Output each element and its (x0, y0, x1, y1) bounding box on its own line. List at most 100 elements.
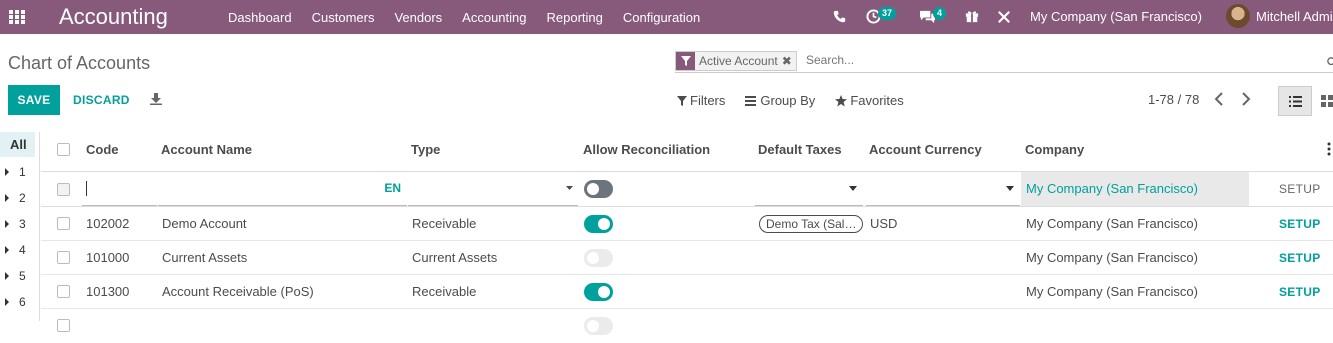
dropdown-caret-icon (849, 186, 857, 191)
column-default-taxes[interactable]: Default Taxes (758, 142, 842, 157)
toggle-knob (587, 252, 599, 264)
menu-configuration[interactable]: Configuration (623, 10, 700, 25)
hierarchy-side-pane: All 1 2 3 4 5 6 (0, 132, 40, 321)
toggle-knob (587, 320, 599, 332)
filters-menu[interactable]: Filters (677, 93, 725, 108)
currency-input[interactable] (866, 172, 1020, 206)
column-account-name[interactable]: Account Name (161, 142, 252, 157)
reconcile-toggle[interactable] (584, 215, 613, 233)
optional-columns-icon[interactable] (1327, 142, 1331, 156)
select-all-checkbox[interactable] (57, 143, 70, 156)
caret-right-icon (5, 168, 9, 176)
cell-account-name: Account Receivable (PoS) (162, 284, 314, 299)
translate-button[interactable]: EN (384, 181, 401, 195)
gift-icon[interactable] (965, 9, 979, 23)
download-icon[interactable] (150, 93, 162, 105)
table-row[interactable]: 102002 Demo Account Receivable Demo Tax … (41, 207, 1333, 241)
column-allow-reconciliation[interactable]: Allow Reconciliation (583, 142, 710, 157)
row-checkbox[interactable] (57, 251, 70, 264)
save-button[interactable]: SAVE (8, 85, 60, 115)
cell-type: Receivable (412, 216, 477, 231)
menu-accounting[interactable]: Accounting (462, 10, 526, 25)
search-input[interactable] (806, 53, 1306, 67)
kanban-view-icon (1321, 95, 1333, 107)
favorites-menu[interactable]: Favorites (835, 93, 904, 108)
search-options: Filters Group By Favorites (677, 93, 924, 108)
debug-tools-icon[interactable] (997, 10, 1011, 24)
row-checkbox[interactable] (57, 217, 70, 230)
search-icon[interactable] (1327, 56, 1333, 68)
group-by-menu[interactable]: Group By (745, 93, 815, 108)
reconcile-toggle[interactable] (584, 180, 613, 198)
column-account-currency[interactable]: Account Currency (869, 142, 982, 157)
table-row[interactable]: 101300 Account Receivable (PoS) Receivab… (41, 275, 1333, 309)
menu-customers[interactable]: Customers (312, 10, 375, 25)
side-all-item[interactable]: All (0, 132, 35, 157)
table-row[interactable]: 101000 Current Assets Current Assets My … (41, 241, 1333, 275)
filter-icon (677, 95, 687, 106)
setup-button[interactable]: SETUP (1279, 182, 1321, 196)
company-switcher[interactable]: My Company (San Francisco) (1030, 9, 1202, 24)
menu-reporting[interactable]: Reporting (547, 10, 603, 25)
side-group-6[interactable]: 6 (5, 295, 26, 309)
setup-button[interactable]: SETUP (1279, 251, 1321, 265)
facet-remove-icon[interactable]: ✖ (782, 52, 796, 70)
cell-code: 101300 (86, 284, 130, 299)
cell-type: Receivable (412, 284, 477, 299)
user-avatar[interactable] (1226, 4, 1250, 28)
reconcile-toggle[interactable] (584, 249, 613, 267)
menu-vendors[interactable]: Vendors (394, 10, 442, 25)
pager-previous-icon[interactable] (1214, 92, 1224, 106)
side-group-2[interactable]: 2 (5, 191, 26, 205)
column-type[interactable]: Type (411, 142, 440, 157)
toggle-knob (598, 286, 610, 298)
phone-icon[interactable] (833, 10, 846, 23)
account-name-input[interactable]: EN (158, 172, 407, 206)
side-group-label: 5 (19, 269, 26, 283)
reconcile-toggle[interactable] (584, 283, 613, 301)
company-field[interactable]: My Company (San Francisco) (1021, 172, 1249, 206)
setup-button[interactable]: SETUP (1279, 285, 1321, 299)
cell-company: My Company (San Francisco) (1026, 250, 1198, 265)
side-group-4[interactable]: 4 (5, 243, 26, 257)
pager-next-icon[interactable] (1241, 92, 1251, 106)
code-input[interactable] (82, 172, 157, 206)
taxes-input[interactable] (755, 172, 863, 206)
filters-label: Filters (690, 93, 726, 108)
row-checkbox[interactable] (57, 183, 70, 196)
top-navbar: Accounting Dashboard Customers Vendors A… (0, 0, 1333, 34)
cell-account-name: Current Assets (162, 250, 248, 265)
dropdown-caret-icon (1006, 186, 1014, 191)
list-bars-icon (745, 95, 757, 106)
favorites-label: Favorites (850, 93, 904, 108)
table-row[interactable] (41, 309, 1333, 343)
row-checkbox[interactable] (57, 285, 70, 298)
user-menu[interactable]: Mitchell Admin (1256, 9, 1333, 24)
side-group-3[interactable]: 3 (5, 217, 26, 231)
side-group-label: 4 (19, 243, 26, 257)
column-company[interactable]: Company (1025, 142, 1084, 157)
list-view-icon (1288, 95, 1302, 107)
side-group-5[interactable]: 5 (5, 269, 26, 283)
messages-count-badge: 4 (933, 7, 947, 20)
list-view-button[interactable] (1278, 86, 1312, 116)
cell-type: Current Assets (412, 250, 498, 265)
filter-facet-icon (676, 52, 695, 70)
setup-button[interactable]: SETUP (1279, 217, 1321, 231)
app-brand[interactable]: Accounting (59, 3, 168, 31)
discard-button[interactable]: DISCARD (73, 85, 130, 115)
reconcile-toggle[interactable] (584, 317, 613, 335)
caret-right-icon (5, 272, 9, 280)
pager-value[interactable]: 1-78 / 78 (1148, 92, 1199, 107)
search-bar[interactable]: Active Account ✖ (675, 51, 1333, 73)
menu-dashboard[interactable]: Dashboard (228, 10, 292, 25)
type-select[interactable] (408, 172, 578, 206)
cell-currency: USD (870, 216, 898, 231)
search-facet: Active Account ✖ (675, 51, 797, 71)
column-code[interactable]: Code (86, 142, 119, 157)
kanban-view-button[interactable] (1312, 86, 1333, 116)
apps-menu-icon[interactable] (9, 10, 26, 24)
side-group-label: 3 (19, 217, 26, 231)
text-cursor (86, 181, 87, 196)
side-group-1[interactable]: 1 (5, 165, 26, 179)
